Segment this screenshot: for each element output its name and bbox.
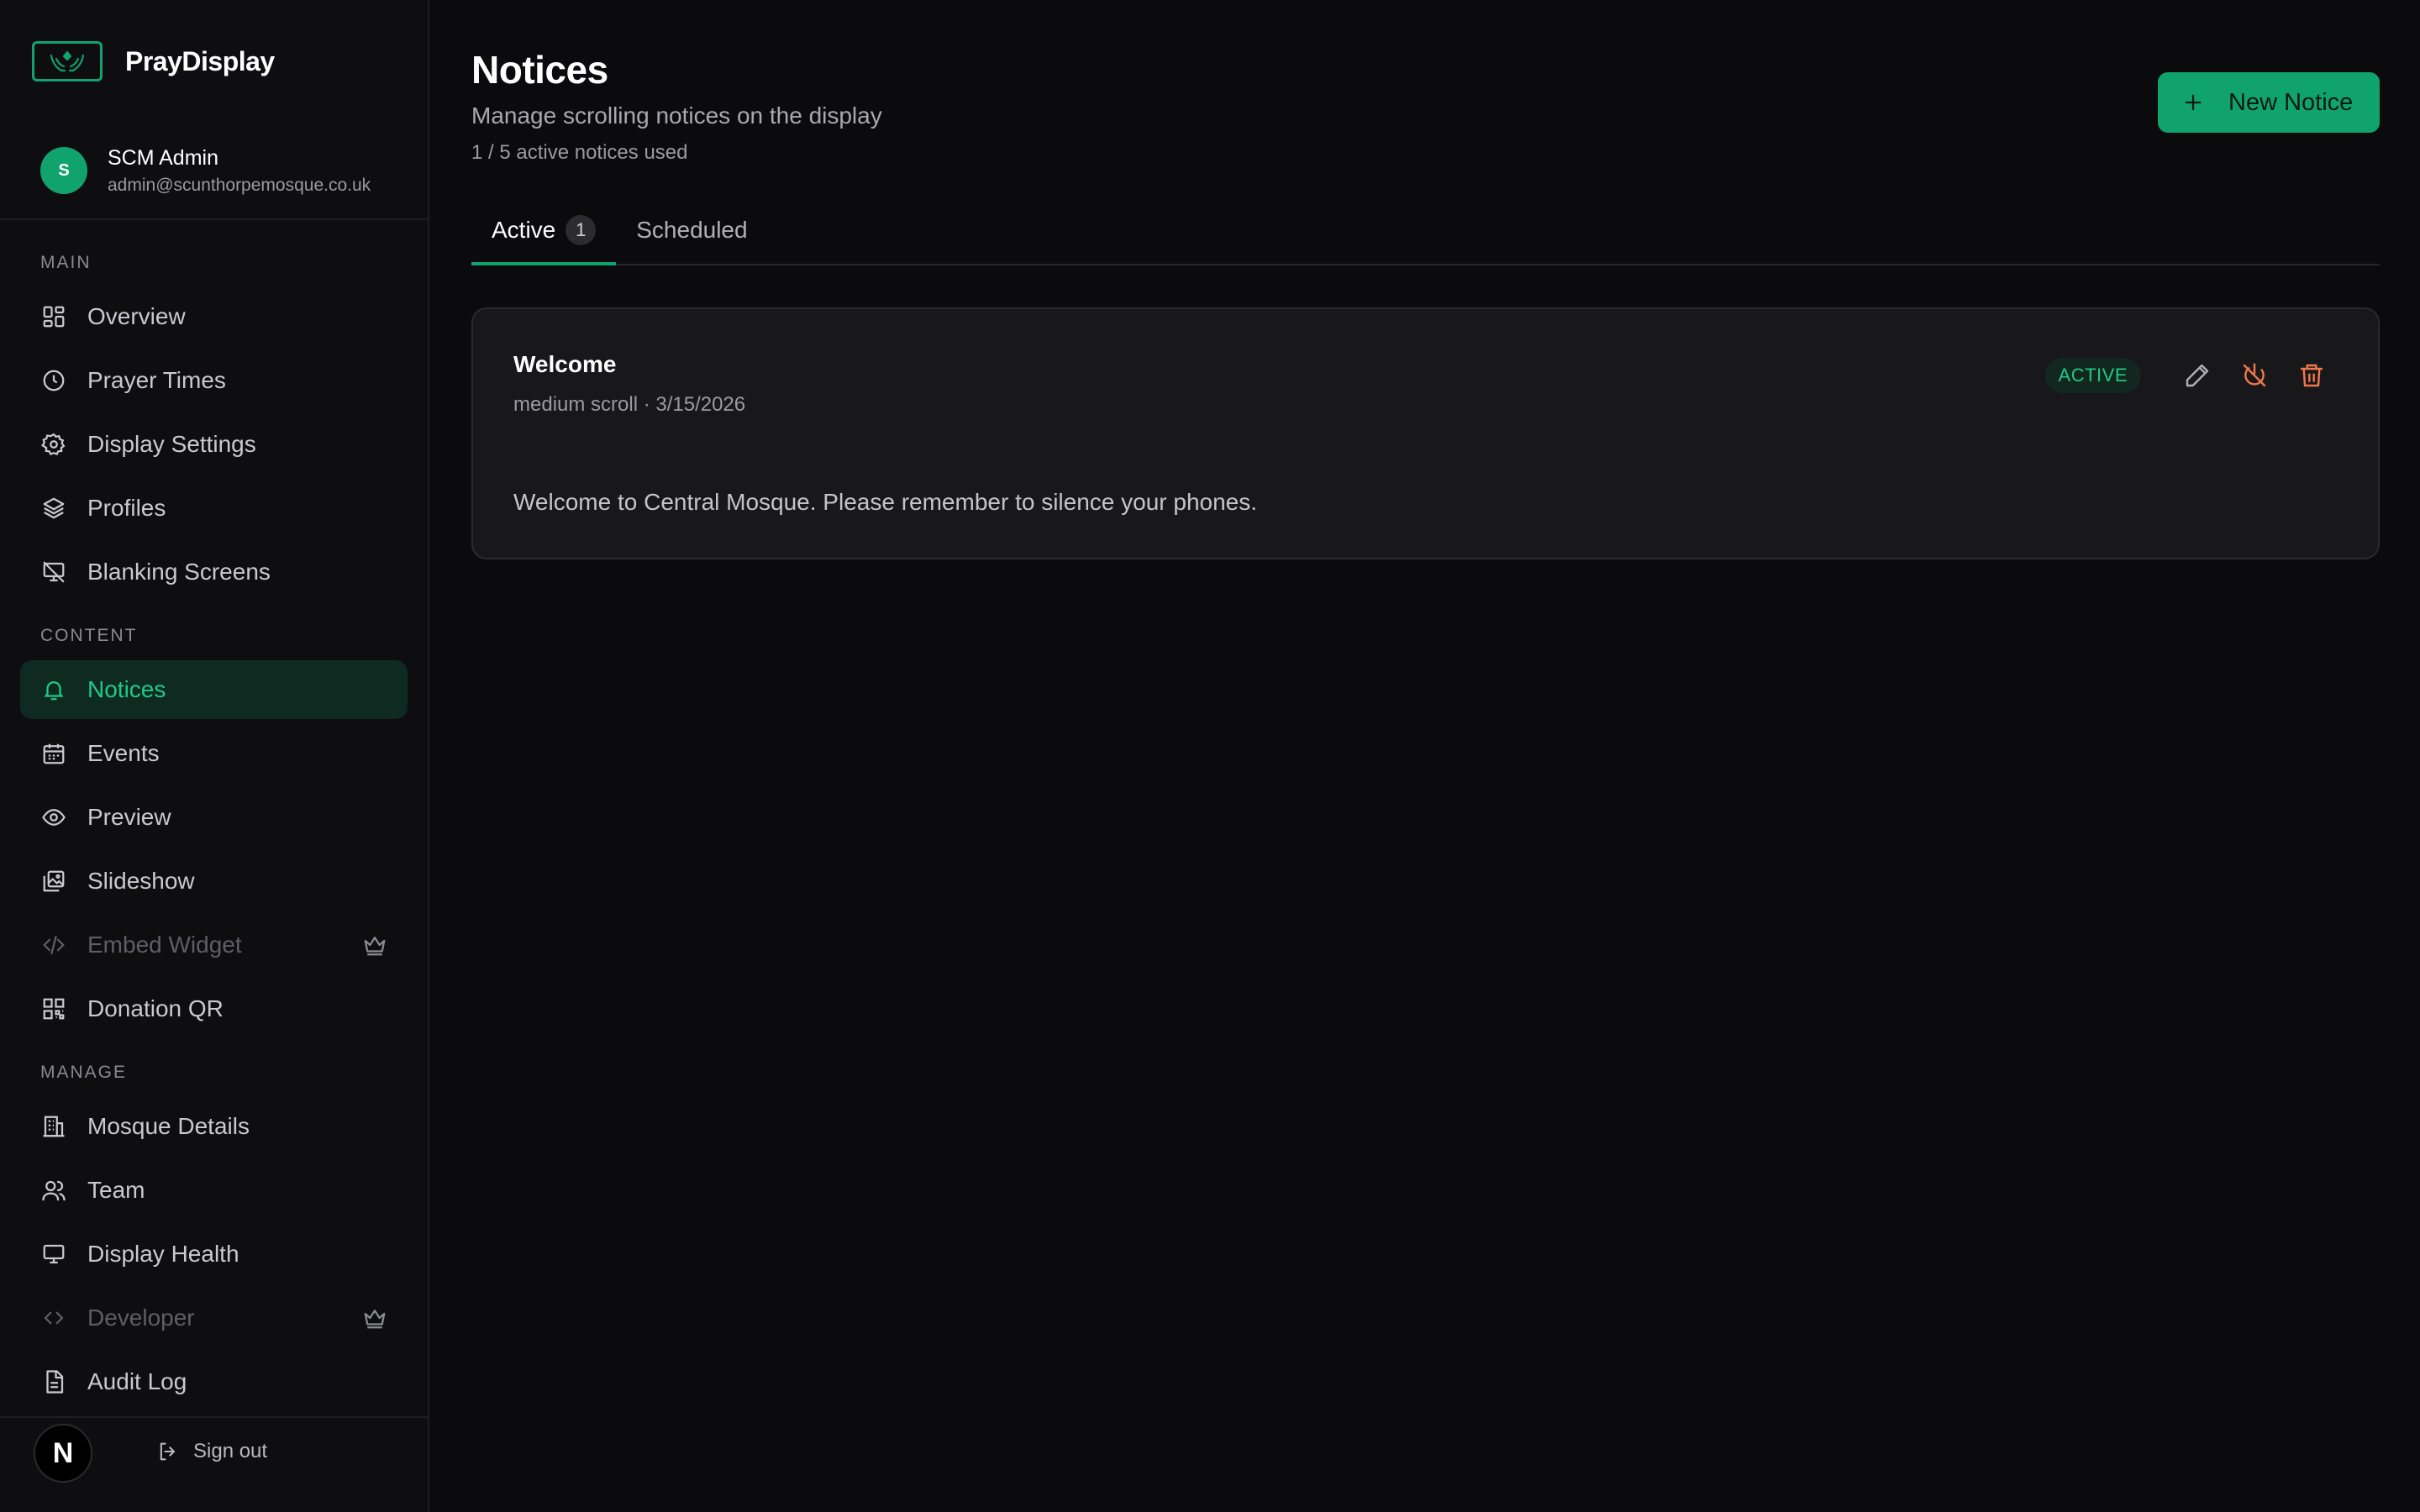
sidebar-item-label: Display Health — [87, 1241, 239, 1267]
layers-icon — [40, 495, 67, 522]
sidebar-item-blanking-screens[interactable]: Blanking Screens — [20, 543, 408, 601]
sidebar-item-embed-widget[interactable]: Embed Widget — [20, 916, 408, 974]
code-icon — [40, 932, 67, 958]
dashboard-icon — [40, 303, 67, 330]
new-notice-button[interactable]: New Notice — [2158, 72, 2380, 133]
main-content: Notices Manage scrolling notices on the … — [429, 0, 2420, 1512]
sidebar-item-donation-qr[interactable]: Donation QR — [20, 979, 408, 1038]
sidebar-item-display-health[interactable]: Display Health — [20, 1225, 408, 1284]
brand[interactable]: PrayDisplay — [0, 0, 428, 123]
sidebar-item-label: Slideshow — [87, 868, 195, 894]
brand-name: PrayDisplay — [125, 45, 275, 76]
deactivate-notice-button[interactable] — [2235, 356, 2274, 395]
sidebar-item-label: Mosque Details — [87, 1113, 250, 1139]
sidebar-nav: MAIN Overview Prayer Times Display Setti… — [0, 250, 428, 1411]
sign-out-button[interactable]: Sign out — [156, 1440, 267, 1463]
sidebar-item-slideshow[interactable]: Slideshow — [20, 852, 408, 911]
notice-meta: medium scroll · 3/15/2026 — [513, 393, 746, 416]
plus-icon — [2185, 94, 2202, 111]
bell-icon — [40, 676, 67, 703]
nav-section-manage: MANAGE — [40, 1063, 128, 1082]
sidebar-item-label: Prayer Times — [87, 367, 226, 393]
tab-label: Active — [492, 217, 556, 243]
log-out-icon — [160, 1442, 176, 1461]
status-badge: ACTIVE — [2044, 358, 2141, 393]
sidebar-item-profiles[interactable]: Profiles — [20, 479, 408, 538]
building-icon — [40, 1113, 67, 1140]
nav-section-content: CONTENT — [40, 626, 138, 645]
sidebar-footer: N Sign out — [0, 1416, 428, 1512]
file-text-icon — [40, 1368, 67, 1395]
sidebar-item-overview[interactable]: Overview — [20, 287, 408, 346]
crown-icon — [364, 937, 386, 956]
monitor-icon — [40, 1241, 67, 1268]
sidebar-item-notices[interactable]: Notices — [20, 660, 408, 719]
sidebar-item-label: Developer — [87, 1305, 195, 1331]
sidebar-item-label: Blanking Screens — [87, 559, 271, 585]
sidebar-item-preview[interactable]: Preview — [20, 788, 408, 847]
sidebar-item-label: Team — [87, 1177, 145, 1203]
tab-active[interactable]: Active 1 — [471, 207, 617, 265]
page-title: Notices — [471, 48, 608, 92]
power-off-icon — [2243, 363, 2266, 387]
sidebar-item-label: Donation QR — [87, 995, 224, 1021]
page-subtitle: Manage scrolling notices on the display — [471, 102, 882, 129]
clock-icon — [40, 367, 67, 394]
sidebar-item-label: Notices — [87, 676, 166, 702]
sidebar-item-mosque-details[interactable]: Mosque Details — [20, 1097, 408, 1156]
gear-icon — [40, 431, 67, 458]
calendar-icon — [40, 740, 67, 767]
sidebar-item-audit-log[interactable]: Audit Log — [20, 1352, 408, 1411]
code-brackets-icon — [40, 1305, 67, 1331]
avatar: S — [40, 147, 87, 194]
pencil-icon — [2186, 364, 2209, 387]
sign-out-label: Sign out — [193, 1440, 268, 1462]
sidebar-item-prayer-times[interactable]: Prayer Times — [20, 351, 408, 410]
users-icon — [40, 1177, 67, 1204]
new-notice-label: New Notice — [2228, 88, 2354, 116]
sidebar-item-label: Profiles — [87, 495, 166, 521]
sidebar-item-label: Events — [87, 740, 160, 766]
delete-notice-button[interactable] — [2292, 356, 2331, 395]
sidebar-item-label: Display Settings — [87, 431, 256, 457]
notice-actions: ACTIVE — [2044, 356, 2331, 395]
trash-icon — [2300, 364, 2323, 387]
user-profile[interactable]: S SCM Admin admin@scunthorpemosque.co.uk — [0, 123, 428, 220]
notice-tabs: Active 1 Scheduled — [471, 207, 2380, 265]
sidebar-item-events[interactable]: Events — [20, 724, 408, 783]
sidebar-item-label: Embed Widget — [87, 932, 242, 958]
eye-icon — [40, 804, 67, 831]
tab-scheduled[interactable]: Scheduled — [616, 207, 767, 264]
sidebar: PrayDisplay S SCM Admin admin@scunthorpe… — [0, 0, 429, 1512]
user-name: SCM Admin — [108, 145, 218, 170]
sidebar-item-developer[interactable]: Developer — [20, 1289, 408, 1347]
monitor-off-icon — [40, 559, 67, 585]
notice-card[interactable]: Welcome medium scroll · 3/15/2026 Welcom… — [471, 307, 2380, 559]
notice-usage: 1 / 5 active notices used — [471, 141, 688, 164]
tab-label: Scheduled — [636, 217, 748, 243]
edit-notice-button[interactable] — [2178, 356, 2217, 395]
images-icon — [40, 868, 67, 895]
brand-logo — [32, 41, 103, 81]
sidebar-item-label: Overview — [87, 303, 186, 329]
sidebar-item-display-settings[interactable]: Display Settings — [20, 415, 408, 474]
sidebar-item-label: Preview — [87, 804, 171, 830]
nextjs-badge[interactable]: N — [34, 1424, 92, 1483]
sidebar-item-team[interactable]: Team — [20, 1161, 408, 1220]
nav-section-main: MAIN — [40, 253, 92, 272]
notice-body: Welcome to Central Mosque. Please rememb… — [513, 489, 1258, 515]
tab-count-badge: 1 — [566, 215, 597, 245]
sidebar-item-label: Audit Log — [87, 1368, 187, 1394]
user-email: admin@scunthorpemosque.co.uk — [108, 175, 371, 195]
crown-icon — [364, 1310, 386, 1329]
qr-code-icon — [40, 995, 67, 1022]
